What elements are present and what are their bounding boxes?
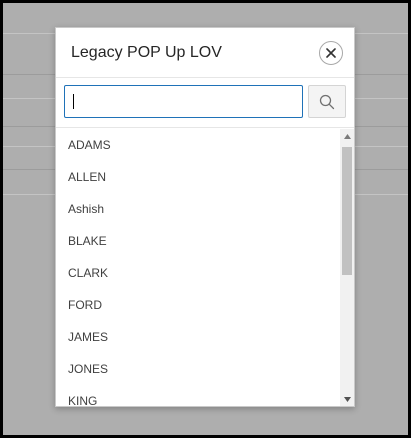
page-overlay: Legacy POP Up LOV ADAMS ALLEN Ashish BLA… [3, 3, 408, 435]
list-item[interactable]: JONES [56, 353, 340, 385]
scroll-thumb[interactable] [342, 147, 352, 275]
lov-dialog: Legacy POP Up LOV ADAMS ALLEN Ashish BLA… [55, 27, 355, 407]
list-item[interactable]: Ashish [56, 193, 340, 225]
dialog-header: Legacy POP Up LOV [56, 28, 354, 78]
search-row [56, 78, 354, 128]
close-button[interactable] [319, 41, 343, 65]
scroll-down-arrow-icon [343, 396, 351, 402]
search-button[interactable] [308, 85, 346, 118]
list-item[interactable]: ALLEN [56, 161, 340, 193]
lov-list[interactable]: ADAMS ALLEN Ashish BLAKE CLARK FORD JAME… [56, 129, 340, 406]
scroll-up-arrow-icon [343, 133, 351, 139]
list-item[interactable]: BLAKE [56, 225, 340, 257]
list-item[interactable]: JAMES [56, 321, 340, 353]
list-item[interactable]: KING [56, 385, 340, 406]
list-item[interactable]: FORD [56, 289, 340, 321]
list-scrollbar[interactable] [340, 129, 354, 406]
scroll-up-button[interactable] [340, 129, 354, 143]
scroll-down-button[interactable] [340, 392, 354, 406]
dialog-title: Legacy POP Up LOV [71, 44, 222, 61]
list-item[interactable]: CLARK [56, 257, 340, 289]
text-caret [73, 94, 74, 109]
close-icon [326, 48, 336, 58]
list-item[interactable]: ADAMS [56, 129, 340, 161]
search-input[interactable] [64, 85, 303, 118]
search-icon [319, 94, 335, 109]
